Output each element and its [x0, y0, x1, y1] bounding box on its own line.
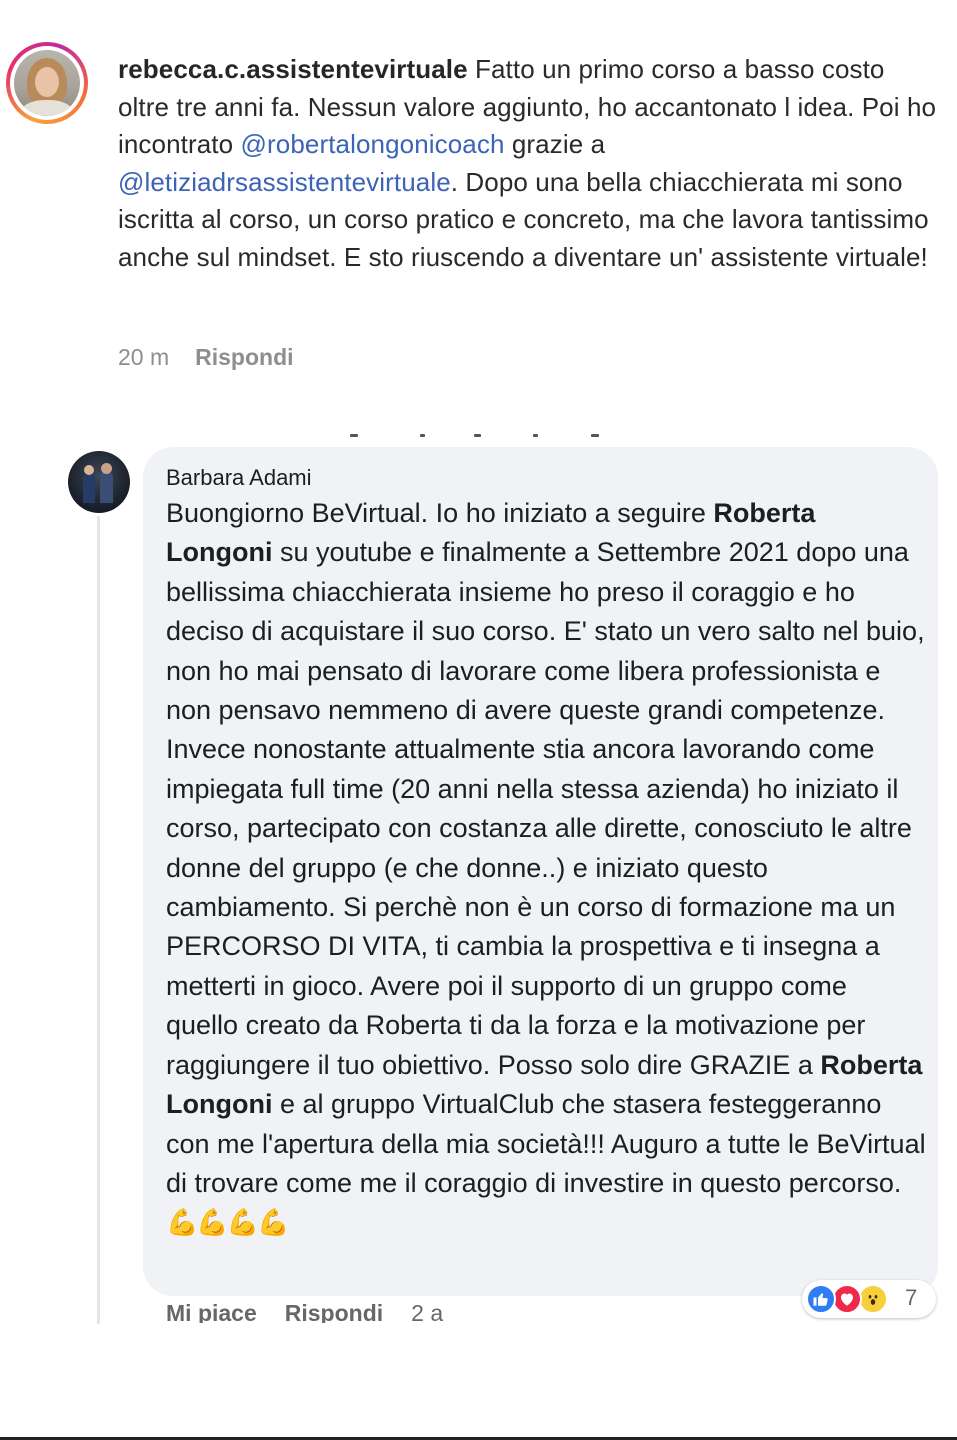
comment-body-part: grazie a — [504, 129, 606, 159]
mention-link[interactable]: @letiziadrsassistentevirtuale — [118, 167, 451, 197]
thread-line — [97, 516, 100, 1324]
instagram-comment: rebecca.c.assistentevirtuale Fatto un pr… — [0, 0, 957, 400]
comment-timestamp[interactable]: 2 a — [411, 1300, 443, 1323]
wow-icon — [858, 1284, 888, 1314]
reactions-summary[interactable]: 7 — [802, 1280, 936, 1318]
reply-button[interactable]: Rispondi — [195, 344, 293, 370]
reply-button[interactable]: Rispondi — [285, 1300, 383, 1323]
like-button[interactable]: Mi piace — [166, 1300, 257, 1323]
comment-body-part: e al gruppo VirtualClub che stasera fest… — [166, 1089, 926, 1198]
avatar — [14, 50, 80, 116]
cropped-text-fragment — [533, 434, 538, 437]
story-ring[interactable] — [6, 42, 88, 124]
comment-body-part: su youtube e finalmente a Settembre 2021… — [166, 537, 925, 1080]
comment-username[interactable]: rebecca.c.assistentevirtuale — [118, 54, 468, 84]
cropped-text-fragment — [420, 434, 425, 437]
comment-body-part: Buongiorno BeVirtual. Io ho iniziato a s… — [166, 498, 714, 528]
comment-text: rebecca.c.assistentevirtuale Fatto un pr… — [118, 51, 938, 276]
love-icon — [832, 1284, 862, 1314]
cropped-text-fragment — [591, 434, 599, 437]
comment-author[interactable]: Barbara Adami — [166, 465, 312, 491]
comment-text: Buongiorno BeVirtual. Io ho iniziato a s… — [166, 494, 926, 1243]
cropped-text-fragment — [474, 434, 481, 437]
comment-actions: Mi piace Rispondi 2 a — [166, 1300, 471, 1323]
cropped-text-fragment — [350, 434, 358, 437]
like-icon — [806, 1284, 836, 1314]
avatar[interactable] — [68, 451, 130, 513]
comment-meta: 20 m Rispondi — [118, 344, 294, 371]
reaction-count: 7 — [905, 1285, 918, 1310]
mention-link[interactable]: @robertalongonicoach — [241, 129, 505, 159]
flexed-biceps-emojis: 💪💪💪💪 — [166, 1207, 289, 1238]
comment-timestamp: 20 m — [118, 344, 170, 370]
